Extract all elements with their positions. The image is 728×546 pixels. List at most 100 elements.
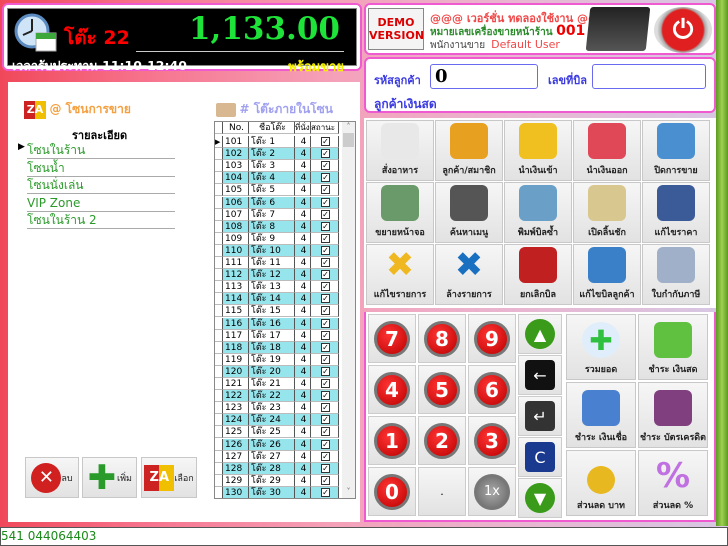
table-status[interactable]: ✓	[311, 281, 339, 294]
key-1[interactable]: 1	[368, 416, 416, 465]
function-button[interactable]: ขยายหน้าจอ	[366, 182, 434, 243]
table-status[interactable]: ✓	[311, 426, 339, 439]
table-row[interactable]: 111 โต๊ะ 11 4 ✓	[215, 257, 343, 269]
payment-button[interactable]: ✚ รวมยอด	[566, 314, 636, 380]
key-5[interactable]: 5	[418, 365, 466, 414]
table-status[interactable]: ✓	[311, 232, 339, 245]
table-row[interactable]: 126 โต๊ะ 26 4 ✓	[215, 438, 343, 451]
zone-item[interactable]: VIP Zone	[27, 195, 175, 212]
table-row[interactable]: 120 โต๊ะ 20 4 ✓	[215, 365, 343, 378]
key-7[interactable]: 7	[368, 314, 416, 363]
function-button[interactable]: สั่งอาหาร	[366, 120, 434, 181]
table-status[interactable]: ✓	[311, 172, 339, 185]
status-checkbox[interactable]: ✓	[321, 137, 330, 146]
key-6[interactable]: 6	[468, 365, 516, 414]
function-button[interactable]: ✖ ล้างรายการ	[435, 244, 503, 305]
table-status[interactable]: ✓	[311, 462, 339, 475]
status-checkbox[interactable]: ✓	[321, 221, 330, 231]
key-0[interactable]: 0	[368, 467, 416, 516]
table-status[interactable]: ✓	[311, 438, 339, 451]
status-checkbox[interactable]: ✓	[321, 294, 330, 304]
status-checkbox[interactable]: ✓	[321, 354, 330, 364]
status-checkbox[interactable]: ✓	[321, 330, 330, 340]
table-status[interactable]: ✓	[311, 317, 339, 330]
status-checkbox[interactable]: ✓	[321, 379, 330, 388]
status-checkbox[interactable]: ✓	[321, 451, 330, 461]
table-status[interactable]: ✓	[311, 196, 339, 209]
payment-button[interactable]: ส่วนลด บาท	[566, 450, 636, 516]
key-3[interactable]: 3	[468, 416, 516, 465]
power-button[interactable]: ⏻	[654, 7, 712, 53]
status-checkbox[interactable]: ✓	[321, 197, 330, 207]
table-row[interactable]: 105 โต๊ะ 5 4 ✓	[215, 184, 343, 197]
status-checkbox[interactable]: ✓	[321, 282, 330, 292]
col-seats[interactable]: ที่นั่ง	[295, 122, 311, 134]
table-row[interactable]: 127 โต๊ะ 27 4 ✓	[215, 450, 343, 463]
status-checkbox[interactable]: ✓	[321, 391, 330, 401]
table-status[interactable]: ✓	[311, 160, 339, 173]
zone-item[interactable]: โซนในร้าน	[27, 142, 175, 159]
table-status[interactable]: ✓	[311, 486, 339, 498]
table-row[interactable]: 122 โต๊ะ 22 4 ✓	[215, 390, 343, 403]
status-checkbox[interactable]: ✓	[321, 366, 330, 376]
bill-number-input[interactable]	[592, 64, 706, 89]
table-status[interactable]: ✓	[311, 402, 339, 415]
status-checkbox[interactable]: ✓	[321, 185, 330, 195]
zone-item[interactable]: โซนในร้าน 2	[27, 212, 175, 229]
table-row[interactable]: 116 โต๊ะ 16 4 ✓	[215, 317, 343, 330]
status-checkbox[interactable]: ✓	[321, 439, 330, 449]
table-row[interactable]: 115 โต๊ะ 15 4 ✓	[215, 305, 343, 318]
table-row[interactable]: 130 โต๊ะ 30 4 ✓	[215, 486, 343, 498]
table-row[interactable]: 128 โต๊ะ 28 4 ✓	[215, 462, 343, 475]
table-status[interactable]: ✓	[311, 414, 339, 427]
table-status[interactable]: ✓	[311, 136, 339, 148]
function-button[interactable]: ยกเลิกบิล	[504, 244, 572, 305]
table-row[interactable]: 107 โต๊ะ 7 4 ✓	[215, 208, 343, 221]
add-zone-button[interactable]: ✚ เพิ่ม	[82, 457, 137, 498]
status-checkbox[interactable]: ✓	[321, 475, 330, 485]
table-status[interactable]: ✓	[311, 341, 339, 354]
scrollbar[interactable]: ˄ ˅	[342, 122, 355, 498]
table-status[interactable]: ✓	[311, 184, 339, 197]
function-button[interactable]: ลูกค้า/สมาชิก	[435, 120, 503, 181]
function-button[interactable]: ปิดการขาย	[642, 120, 710, 181]
status-checkbox[interactable]: ✓	[321, 427, 330, 437]
status-checkbox[interactable]: ✓	[321, 245, 330, 255]
status-checkbox[interactable]: ✓	[321, 161, 330, 171]
arrow-down-button[interactable]: ▼	[518, 478, 562, 518]
col-name[interactable]: ชื่อโต๊ะ	[249, 122, 295, 134]
payment-button[interactable]: ชำระ เงินสด	[638, 314, 708, 380]
clear-button[interactable]: C	[518, 437, 562, 477]
function-button[interactable]: แก้ไขราคา	[642, 182, 710, 243]
function-button[interactable]: ใบกำกับภาษี	[642, 244, 710, 305]
table-row[interactable]: 112 โต๊ะ 12 4 ✓	[215, 269, 343, 282]
payment-button[interactable]: ชำระ บัตรเครดิต	[638, 382, 708, 448]
status-checkbox[interactable]: ✓	[321, 149, 330, 159]
status-checkbox[interactable]: ✓	[321, 270, 330, 280]
status-checkbox[interactable]: ✓	[321, 209, 330, 219]
status-checkbox[interactable]: ✓	[321, 342, 330, 352]
zone-item[interactable]: โซนน้ำ	[27, 160, 175, 177]
payment-button[interactable]: % ส่วนลด %	[638, 450, 708, 516]
table-status[interactable]: ✓	[311, 305, 339, 318]
status-checkbox[interactable]: ✓	[321, 403, 330, 413]
delete-zone-button[interactable]: ✕ ลบ	[25, 457, 79, 498]
key-8[interactable]: 8	[418, 314, 466, 363]
select-zone-button[interactable]: ZA เลือก	[141, 457, 197, 498]
payment-button[interactable]: ชำระ เงินเชื่อ	[566, 382, 636, 448]
col-no[interactable]: No.	[223, 122, 249, 134]
table-row[interactable]: 119 โต๊ะ 19 4 ✓	[215, 353, 343, 366]
table-row[interactable]: 102 โต๊ะ 2 4 ✓	[215, 148, 343, 161]
table-status[interactable]: ✓	[311, 474, 339, 487]
table-status[interactable]: ✓	[311, 378, 339, 390]
col-status[interactable]: สถานะ	[311, 122, 339, 134]
function-button[interactable]: นำเงินเข้า	[504, 120, 572, 181]
table-status[interactable]: ✓	[311, 365, 339, 378]
table-status[interactable]: ✓	[311, 257, 339, 269]
enter-button[interactable]: ↵	[518, 396, 562, 436]
customer-code-input[interactable]: 0	[430, 64, 538, 89]
function-button[interactable]: นำเงินออก	[573, 120, 641, 181]
table-status[interactable]: ✓	[311, 353, 339, 366]
table-row[interactable]: 124 โต๊ะ 24 4 ✓	[215, 414, 343, 427]
table-row[interactable]: 125 โต๊ะ 25 4 ✓	[215, 426, 343, 439]
